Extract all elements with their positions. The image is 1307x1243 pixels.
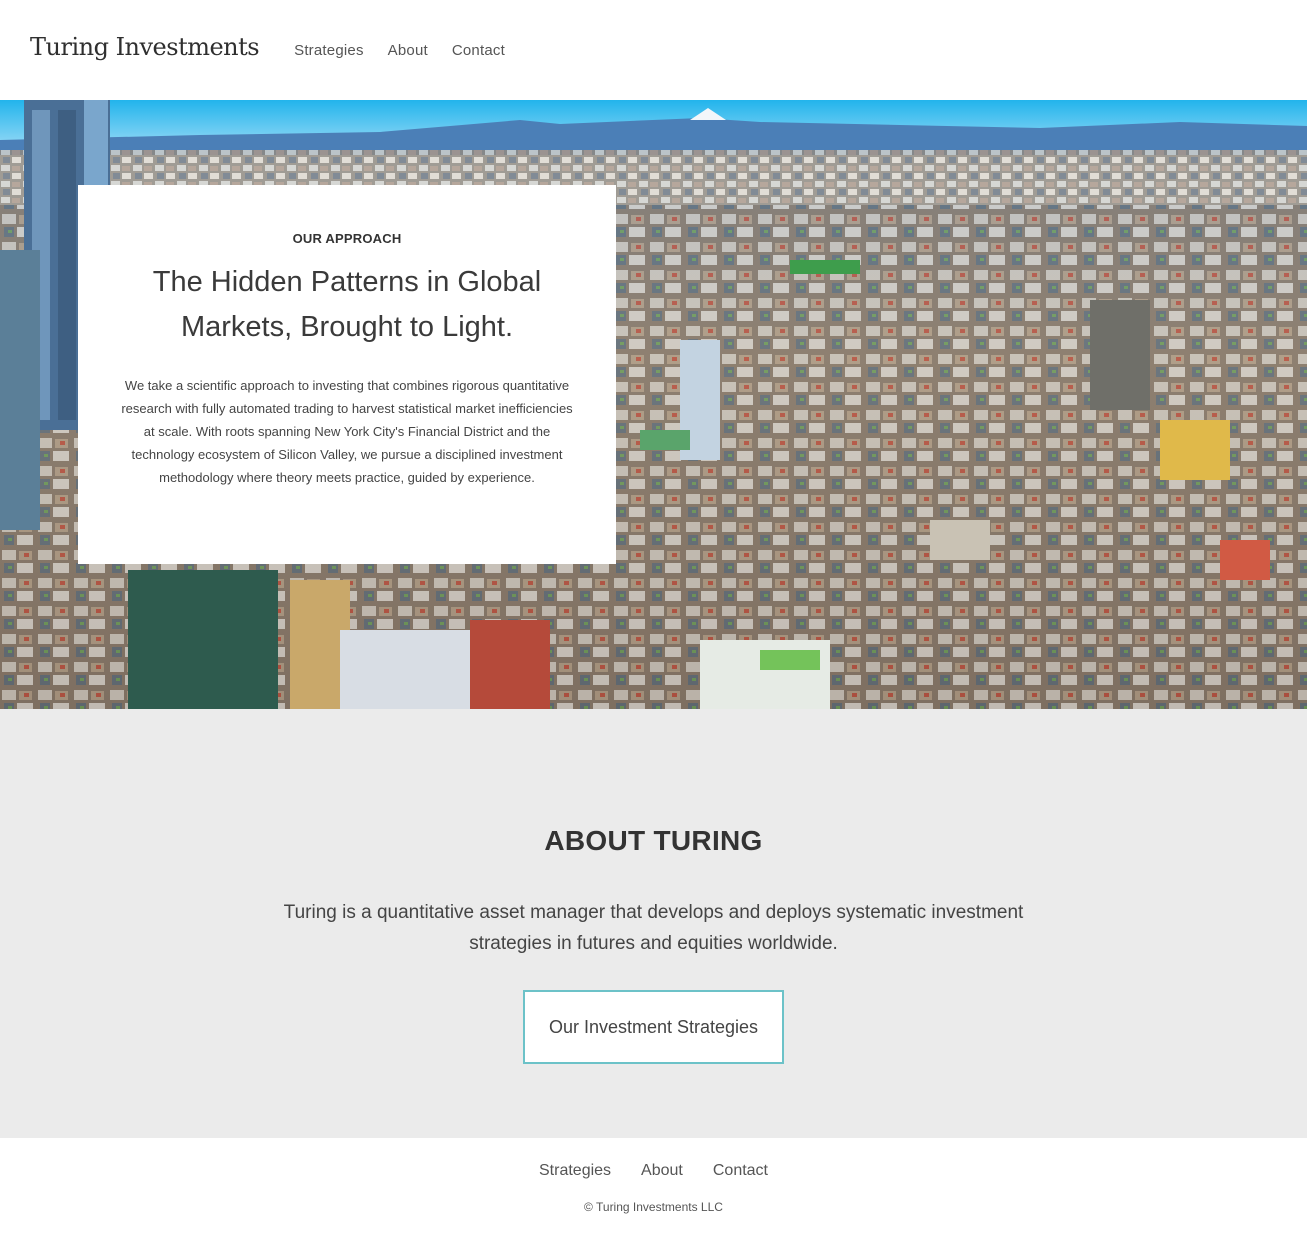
- footer-link-contact[interactable]: Contact: [713, 1162, 768, 1180]
- hero-eyebrow: OUR APPROACH: [292, 231, 402, 246]
- site-footer: Strategies About Contact © Turing Invest…: [0, 1138, 1307, 1243]
- investment-strategies-button[interactable]: Our Investment Strategies: [523, 990, 784, 1064]
- footer-nav: Strategies About Contact: [0, 1162, 1307, 1180]
- nav-link-about[interactable]: About: [388, 42, 428, 59]
- about-heading: ABOUT TURING: [544, 825, 763, 856]
- logo[interactable]: Turing Investments: [30, 33, 260, 61]
- footer-link-strategies[interactable]: Strategies: [539, 1162, 611, 1180]
- nav-link-contact[interactable]: Contact: [452, 42, 505, 59]
- about-text: Turing is a quantitative asset manager t…: [283, 902, 1024, 954]
- hero-card: OUR APPROACH The Hidden Patterns in Glob…: [78, 185, 616, 564]
- about-section: ABOUT TURING Turing is a quantitative as…: [0, 709, 1307, 1138]
- footer-link-about[interactable]: About: [641, 1162, 683, 1180]
- hero-description: We take a scientific approach to investi…: [121, 378, 573, 485]
- nav-link-strategies[interactable]: Strategies: [294, 42, 364, 59]
- hero-title: The Hidden Patterns in Global Markets, B…: [152, 266, 542, 343]
- site-header: Turing Investments Strategies About Cont…: [0, 0, 1307, 100]
- copyright: © Turing Investments LLC: [584, 1200, 723, 1214]
- hero-section: OUR APPROACH The Hidden Patterns in Glob…: [0, 100, 1307, 709]
- top-nav: Strategies About Contact: [294, 42, 505, 59]
